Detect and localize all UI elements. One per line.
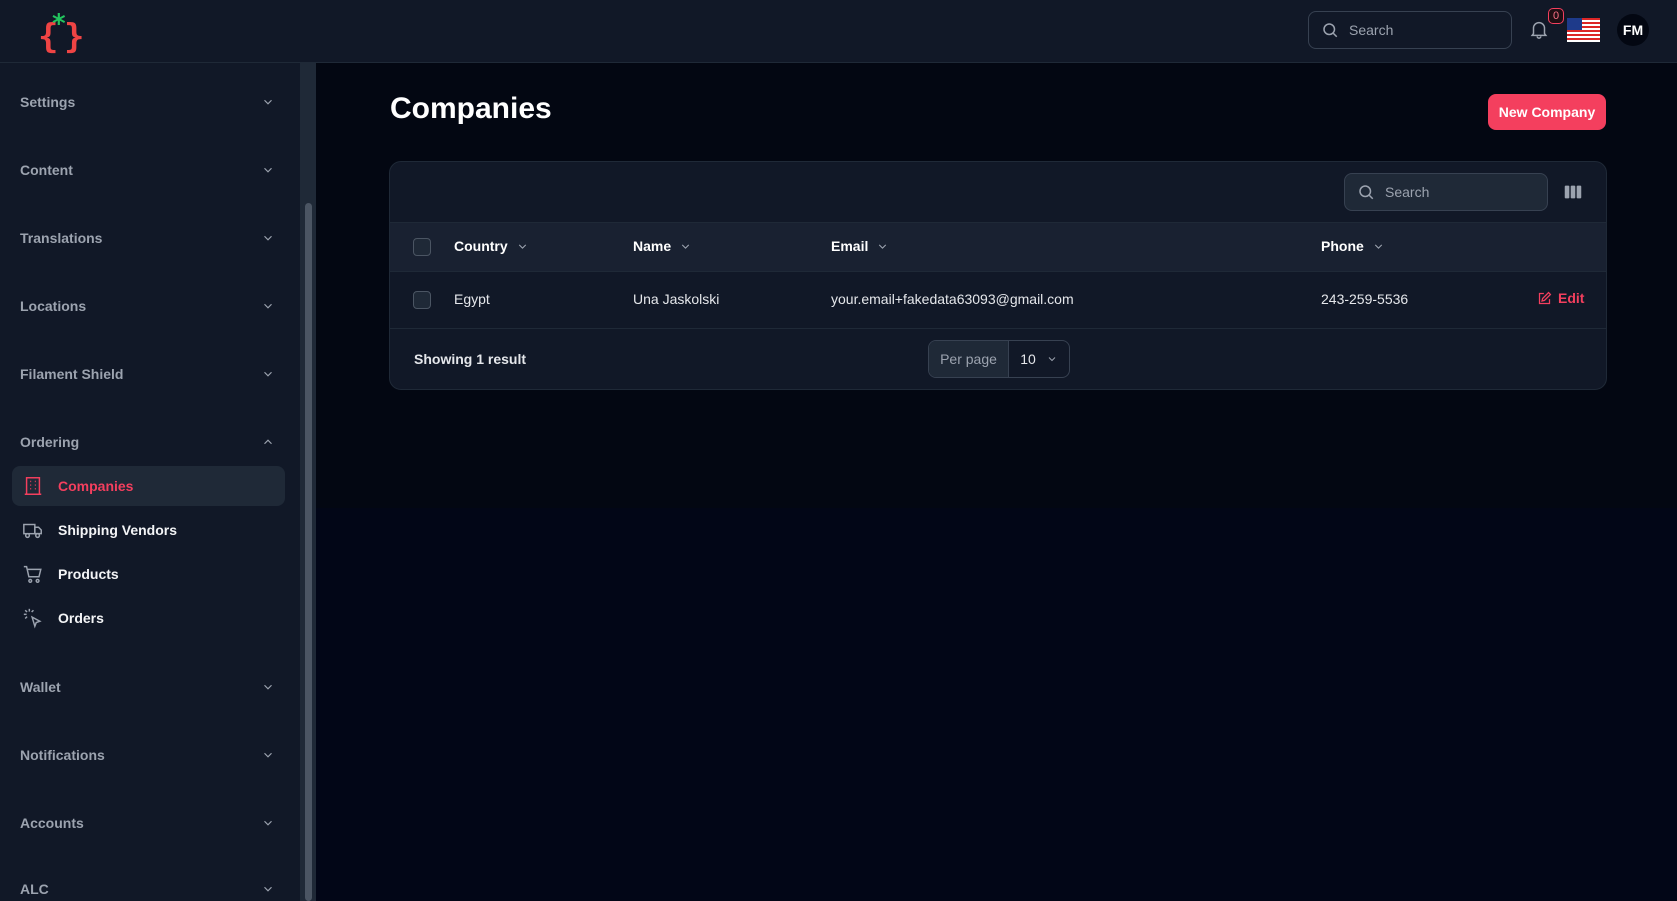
table-footer: Showing 1 result Per page 10	[390, 329, 1606, 389]
sidebar-group-label: Ordering	[20, 434, 80, 450]
logo-icon[interactable]: { } *	[36, 8, 86, 54]
chevron-down-icon	[264, 371, 272, 377]
cart-icon	[23, 565, 42, 583]
chevron-up-icon	[264, 439, 272, 445]
svg-text:*: *	[52, 9, 66, 39]
per-page-value: 10	[1020, 351, 1036, 367]
results-count: Showing 1 result	[414, 351, 527, 367]
sidebar-group-accounts[interactable]: Accounts	[20, 811, 275, 835]
edit-icon	[1538, 291, 1552, 304]
cell-country: Egypt	[454, 291, 490, 307]
content-background	[316, 508, 1677, 901]
chevron-down-icon	[1374, 243, 1382, 249]
sidebar-group-label: Translations	[20, 230, 103, 246]
sidebar-scrollbar-thumb[interactable]	[305, 203, 312, 901]
new-company-button[interactable]: New Company	[1488, 94, 1606, 130]
chevron-down-icon	[264, 235, 272, 241]
sidebar-item-label: Companies	[58, 478, 134, 494]
sidebar-group-label: Wallet	[20, 679, 61, 695]
sidebar-item-label: Products	[58, 566, 119, 582]
per-page-control: Per page 10	[928, 340, 1070, 378]
top-bar: { } * 0 FM	[0, 0, 1677, 63]
chevron-down-icon	[264, 820, 272, 826]
sidebar-item-products[interactable]: Products	[12, 554, 285, 594]
user-avatar[interactable]: FM	[1617, 14, 1649, 46]
sidebar-item-shipping-vendors[interactable]: Shipping Vendors	[12, 510, 285, 550]
chevron-down-icon	[264, 99, 272, 105]
chevron-down-icon	[264, 684, 272, 690]
sidebar-group-label: ALC	[20, 881, 49, 897]
column-header-label: Email	[831, 238, 869, 254]
global-search[interactable]	[1308, 11, 1512, 49]
sidebar-item-orders[interactable]: Orders	[12, 598, 285, 638]
cell-email: your.email+fakedata63093@gmail.com	[831, 291, 1074, 307]
sidebar-group-label: Accounts	[20, 815, 84, 831]
edit-label: Edit	[1558, 290, 1585, 306]
sidebar-group-ordering[interactable]: Ordering	[20, 430, 275, 454]
per-page-label: Per page	[929, 341, 1009, 377]
table-search-input[interactable]	[1385, 184, 1525, 200]
select-all-checkbox[interactable]	[413, 238, 431, 256]
sidebar-group-notifications[interactable]: Notifications	[20, 743, 275, 767]
notification-count-badge: 0	[1548, 8, 1564, 24]
column-header-country[interactable]: Country	[454, 238, 529, 254]
column-header-name[interactable]: Name	[633, 238, 692, 254]
column-header-label: Name	[633, 238, 672, 254]
chevron-down-icon	[879, 243, 887, 249]
table-row[interactable]: Egypt Una Jaskolski your.email+fakedata6…	[390, 272, 1606, 329]
sidebar-group-filament-shield[interactable]: Filament Shield	[20, 362, 275, 386]
sidebar-group-label: Locations	[20, 298, 87, 314]
chevron-down-icon	[264, 303, 272, 309]
chevron-down-icon	[1048, 357, 1056, 362]
sidebar-item-label: Orders	[58, 610, 104, 626]
columns-toggle-icon[interactable]	[1562, 181, 1584, 203]
table-header: Country Name Email Phone	[390, 222, 1606, 272]
sidebar-group-label: Filament Shield	[20, 366, 124, 382]
sidebar-group-content[interactable]: Content	[20, 158, 275, 182]
page-title: Companies	[390, 92, 552, 125]
search-icon	[1359, 185, 1374, 200]
column-header-phone[interactable]: Phone	[1321, 238, 1385, 254]
sidebar-item-companies[interactable]: Companies	[12, 466, 285, 506]
building-icon	[24, 477, 42, 495]
column-header-email[interactable]: Email	[831, 238, 889, 254]
sidebar-group-label: Notifications	[20, 747, 105, 763]
chevron-down-icon	[264, 167, 272, 173]
column-header-label: Phone	[1321, 238, 1364, 254]
chevron-down-icon	[264, 886, 272, 892]
global-search-input[interactable]	[1349, 22, 1489, 38]
us-flag-icon[interactable]	[1567, 18, 1600, 42]
sidebar-group-label: Content	[20, 162, 73, 178]
sidebar-group-settings[interactable]: Settings	[20, 90, 275, 114]
column-header-label: Country	[454, 238, 508, 254]
per-page-select[interactable]: 10	[1009, 341, 1069, 377]
companies-table-card: Country Name Email Phone Egypt Una Jasko…	[389, 161, 1607, 390]
chevron-down-icon	[682, 243, 690, 249]
cursor-click-icon	[23, 608, 42, 629]
table-search[interactable]	[1344, 173, 1548, 211]
sidebar-group-alc[interactable]: ALC	[20, 877, 275, 901]
sidebar-group-wallet[interactable]: Wallet	[20, 675, 275, 699]
edit-button[interactable]: Edit	[1537, 290, 1584, 306]
row-checkbox[interactable]	[413, 291, 431, 309]
sidebar-group-label: Settings	[20, 94, 76, 110]
cell-phone: 243-259-5536	[1321, 291, 1409, 307]
truck-icon	[23, 523, 42, 539]
cell-name: Una Jaskolski	[633, 291, 720, 307]
svg-text:}: }	[64, 17, 84, 54]
sidebar-group-translations[interactable]: Translations	[20, 226, 275, 250]
chevron-down-icon	[264, 752, 272, 758]
search-icon	[1323, 23, 1338, 38]
sidebar-group-locations[interactable]: Locations	[20, 294, 275, 318]
chevron-down-icon	[518, 243, 526, 249]
sidebar-item-label: Shipping Vendors	[58, 522, 178, 538]
bell-icon[interactable]	[1528, 18, 1550, 40]
